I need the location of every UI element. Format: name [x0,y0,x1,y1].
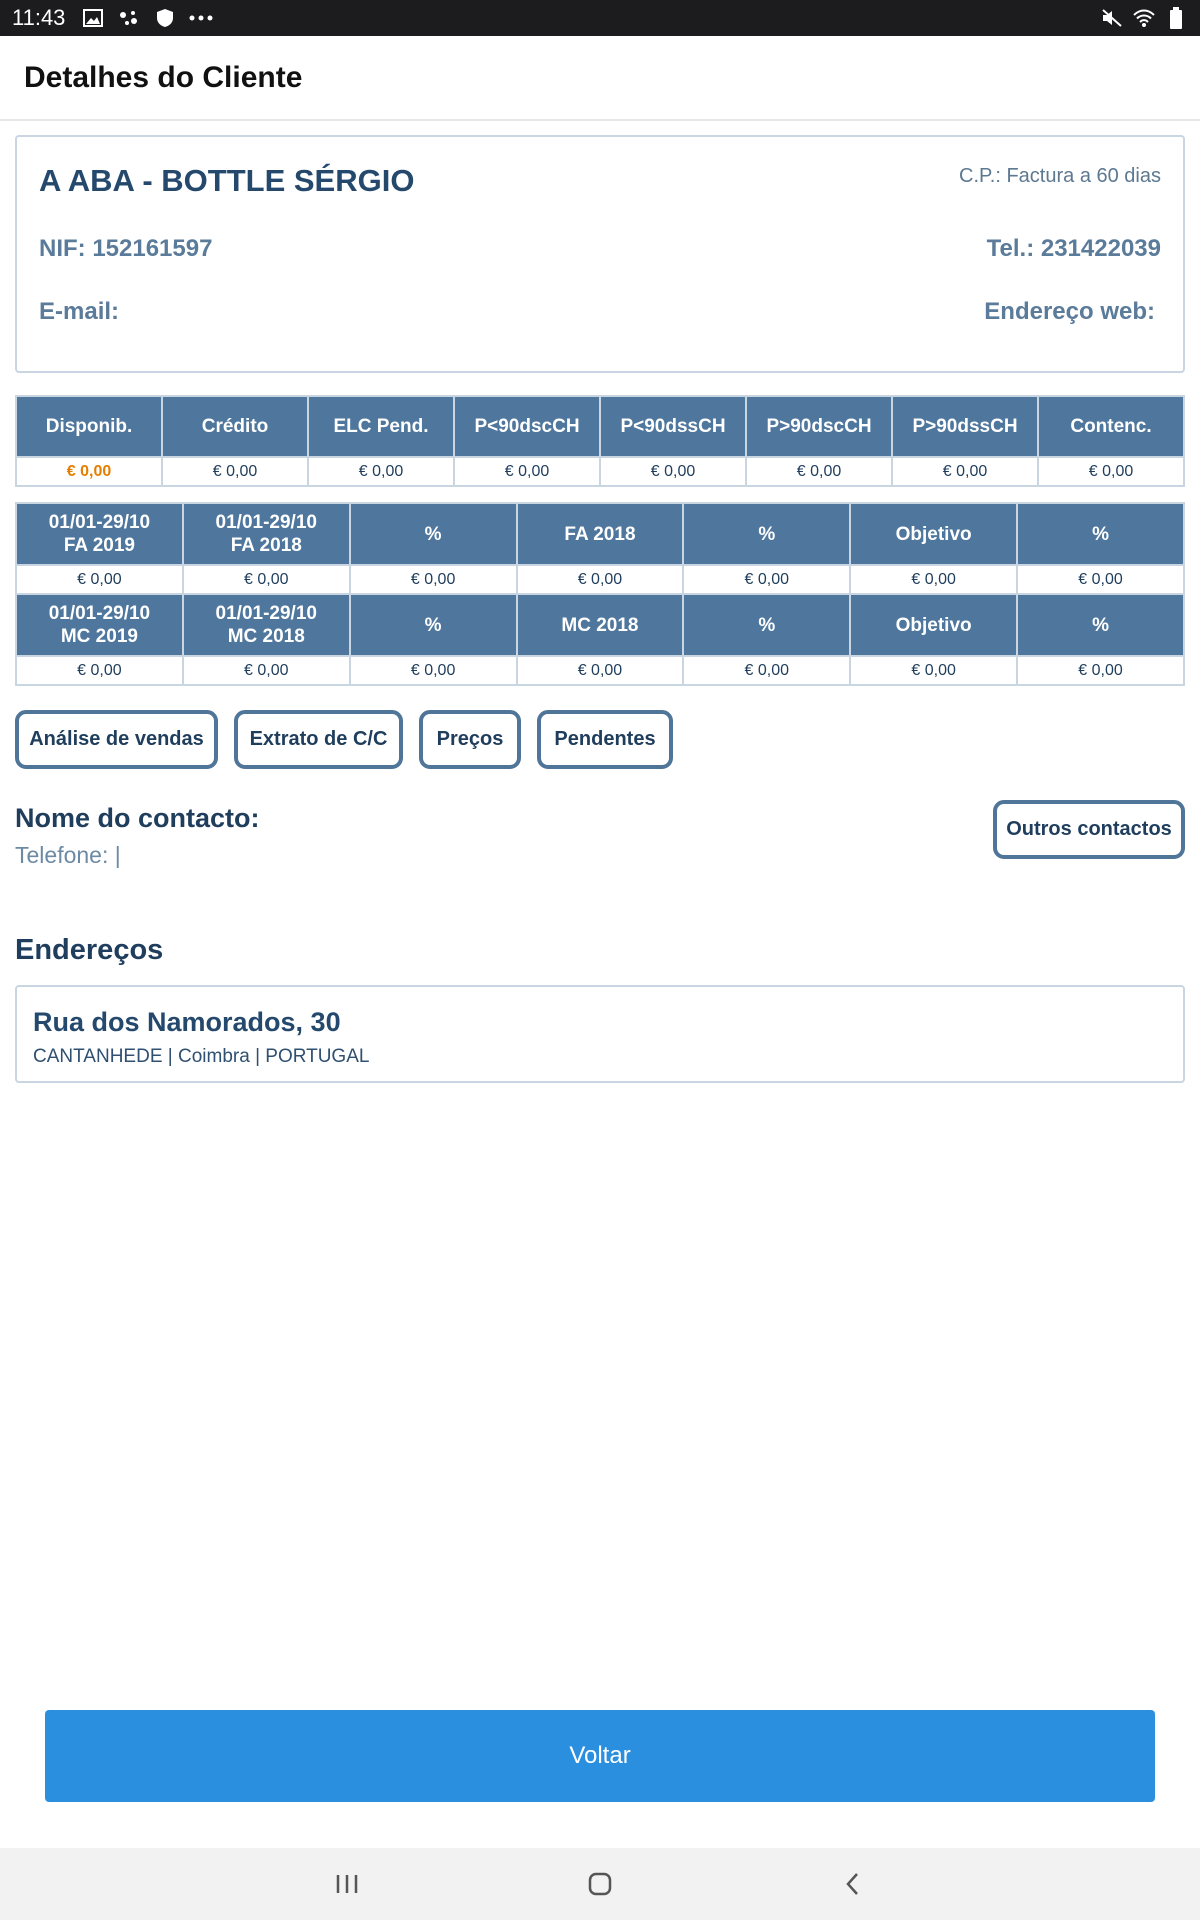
status-bar: 11:43 [0,0,1200,36]
value-available: € 0,00 [15,456,163,487]
header-line: MC 2019 [60,626,138,647]
shield-icon [153,6,177,30]
client-nif: NIF: 152161597 [39,235,213,262]
value-mc-2019-period: € 0,00 [15,655,184,686]
header-line: FA 2018 [230,535,302,556]
value-fa-2019-period: € 0,00 [15,564,184,595]
header-p-lt90-dsc: P<90dscCH [453,395,601,458]
action-buttons: Análise de vendas Extrato de C/C Preços … [15,710,689,769]
page-title: Detalhes do Cliente [24,60,303,94]
header-mc-pct-3: % [1016,593,1185,657]
image-icon [81,6,105,30]
header-fa-2018: FA 2018 [515,502,685,566]
header-line: 01/01-29/10 [48,603,151,624]
value-fa-2018: € 0,00 [515,564,685,595]
header-mc-objective: Objetivo [849,593,1019,657]
mute-icon [1100,6,1124,30]
header-fa-pct-3: % [1016,502,1185,566]
header-elc-pending: ELC Pend. [307,395,455,458]
back-nav-icon[interactable] [823,1854,883,1914]
value-fa-pct-2: € 0,00 [682,564,852,595]
client-phone[interactable]: Tel.: 231422039 [987,235,1161,263]
payment-terms: C.P.: Factura a 60 dias [959,165,1161,187]
header-mc-2018-period: 01/01-29/10 MC 2018 [181,593,351,657]
mc-header-row: 01/01-29/10 MC 2019 01/01-29/10 MC 2018 % … [15,593,1185,657]
header-p-gt90-dss: P>90dssCH [891,395,1039,458]
header-line: MC 2018 [227,626,305,647]
header-mc-pct: % [348,593,518,657]
mc-value-row: € 0,00 € 0,00 € 0,00 € 0,00 € 0,00 € 0,0… [15,655,1185,686]
header-fa-pct-2: % [682,502,852,566]
header-line: FA 2019 [63,535,135,556]
addresses-title: Endereços [15,934,164,966]
back-button[interactable]: Voltar [45,1710,1155,1802]
value-p-lt90-dsc: € 0,00 [453,456,601,487]
fa-header-row: 01/01-29/10 FA 2019 01/01-29/10 FA 2018 % … [15,502,1185,566]
client-card: A ABA - BOTTLE SÉRGIO C.P.: Factura a 60… [15,135,1185,373]
balance-value-row: € 0,00 € 0,00 € 0,00 € 0,00 € 0,00 € 0,0… [15,456,1185,487]
header-fa-2018-period: 01/01-29/10 FA 2018 [181,502,351,566]
prices-button[interactable]: Preços [419,710,521,769]
address-item[interactable]: Rua dos Namorados, 30 CANTANHEDE | Coimb… [15,985,1185,1083]
app-bar: Detalhes do Cliente [0,36,1200,121]
home-icon[interactable] [570,1854,630,1914]
value-mc-pct: € 0,00 [348,655,518,686]
header-fa-objective: Objetivo [849,502,1019,566]
header-p-lt90-dss: P<90dssCH [599,395,747,458]
header-p-gt90-dsc: P>90dscCH [745,395,893,458]
header-mc-2019-period: 01/01-29/10 MC 2019 [15,593,184,657]
value-mc-pct-2: € 0,00 [682,655,852,686]
value-fa-pct: € 0,00 [348,564,518,595]
address-street: Rua dos Namorados, 30 [33,1007,341,1037]
assistant-icon [117,6,141,30]
status-time: 11:43 [12,5,66,30]
battery-icon [1164,6,1188,30]
value-mc-pct-3: € 0,00 [1016,655,1185,686]
sales-table: 01/01-29/10 FA 2019 01/01-29/10 FA 2018 % … [15,502,1185,686]
header-mc-2018: MC 2018 [515,593,685,657]
value-mc-objective: € 0,00 [849,655,1019,686]
balance-header-row: Disponib. Crédito ELC Pend. P<90dscCH P<… [15,395,1185,458]
client-website: Endereço web: [984,298,1155,325]
pending-button[interactable]: Pendentes [537,710,673,769]
header-available: Disponib. [15,395,163,458]
value-p-lt90-dss: € 0,00 [599,456,747,487]
sales-analysis-button[interactable]: Análise de vendas [15,710,218,769]
client-email: E-mail: [39,298,120,325]
client-name: A ABA - BOTTLE SÉRGIO [39,163,415,198]
header-line: 01/01-29/10 [215,603,317,624]
value-fa-pct-3: € 0,00 [1016,564,1185,595]
balance-table: Disponib. Crédito ELC Pend. P<90dscCH P<… [15,395,1185,487]
header-credit: Crédito [161,395,309,458]
value-fa-2018-period: € 0,00 [181,564,351,595]
wifi-icon [1132,6,1156,30]
value-credit: € 0,00 [161,456,309,487]
header-line: 01/01-29/10 [48,512,151,533]
fa-value-row: € 0,00 € 0,00 € 0,00 € 0,00 € 0,00 € 0,0… [15,564,1185,595]
contact-name-label: Nome do contacto: [15,803,260,833]
value-mc-2018: € 0,00 [515,655,685,686]
other-contacts-button[interactable]: Outros contactos [993,800,1185,859]
value-fa-objective: € 0,00 [849,564,1019,595]
recent-apps-icon[interactable] [317,1854,377,1914]
system-nav-bar [0,1848,1200,1920]
header-fa-pct: % [348,502,518,566]
header-fa-2019-period: 01/01-29/10 FA 2019 [15,502,184,566]
value-p-gt90-dsc: € 0,00 [745,456,893,487]
value-litigation: € 0,00 [1037,456,1185,487]
more-dots-icon [189,6,213,30]
account-statement-button[interactable]: Extrato de C/C [234,710,403,769]
value-elc-pending: € 0,00 [307,456,455,487]
address-city: CANTANHEDE | Coimbra | PORTUGAL [33,1046,370,1067]
header-litigation: Contenc. [1037,395,1185,458]
value-mc-2018-period: € 0,00 [181,655,351,686]
contact-phone: Telefone: | [15,842,121,868]
header-mc-pct-2: % [682,593,852,657]
header-line: 01/01-29/10 [215,512,317,533]
value-p-gt90-dss: € 0,00 [891,456,1039,487]
